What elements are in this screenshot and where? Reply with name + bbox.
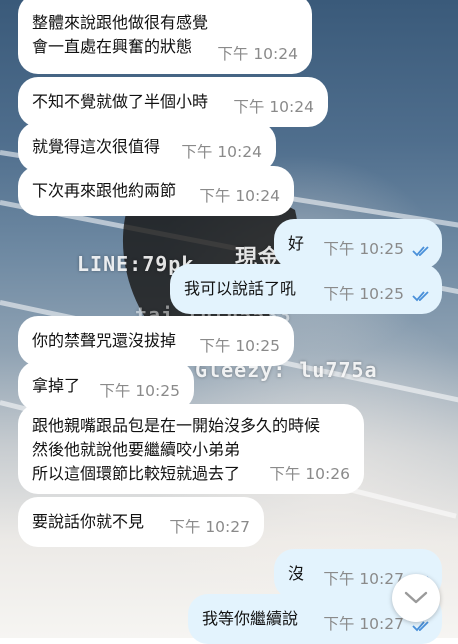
double-check-icon	[412, 246, 429, 257]
message-time: 下午 10:24	[233, 98, 314, 116]
message-bubble[interactable]: 跟他親嘴跟品包是在一開始沒多久的時候 然後他就說他要繼續咬小弟弟 所以這個環節比…	[18, 404, 364, 494]
message-text: 你的禁聲咒還沒拔掉	[32, 331, 177, 350]
message-bubble[interactable]: 下次再來跟他約兩節 下午 10:24	[18, 166, 294, 216]
double-check-icon	[412, 291, 429, 302]
message-time: 下午 10:25	[323, 240, 404, 258]
message-text: 拿掉了	[32, 376, 81, 395]
message-bubble[interactable]: 你的禁聲咒還沒拔掉 下午 10:25	[18, 316, 294, 366]
message-text: 我可以說話了吼	[184, 279, 297, 298]
message-time: 下午 10:25	[323, 285, 404, 303]
message-time: 下午 10:24	[217, 45, 298, 63]
message-time: 下午 10:24	[199, 187, 280, 205]
message-bubble[interactable]: 不知不覺就做了半個小時 下午 10:24	[18, 77, 328, 127]
message-time: 下午 10:26	[269, 465, 350, 483]
message-text: 下次再來跟他約兩節	[32, 181, 177, 200]
message-text: 要說話你就不見	[32, 512, 145, 531]
message-bubble[interactable]: 我可以說話了吼 下午 10:25	[170, 264, 442, 314]
message-time: 下午 10:27	[323, 615, 404, 633]
message-text: 好	[288, 234, 305, 253]
message-bubble[interactable]: 要說話你就不見 下午 10:27	[18, 497, 264, 547]
message-time: 下午 10:25	[199, 337, 280, 355]
message-time: 下午 10:25	[99, 382, 180, 400]
message-bubble[interactable]: 就覺得這次很值得 下午 10:24	[18, 122, 276, 172]
message-text: 沒	[288, 564, 305, 583]
message-text: 就覺得這次很值得	[32, 137, 161, 156]
chevron-down-icon	[404, 591, 428, 604]
message-text: 我等你繼續說	[202, 609, 299, 628]
message-bubble[interactable]: 好 下午 10:25	[274, 219, 442, 269]
scroll-to-bottom-button[interactable]	[392, 574, 440, 622]
message-time: 下午 10:24	[181, 143, 262, 161]
message-time: 下午 10:27	[169, 518, 250, 536]
message-text: 不知不覺就做了半個小時	[32, 92, 209, 111]
message-bubble[interactable]: 整體來說跟他做很有感覺 會一直處在興奮的狀態 下午 10:24	[18, 0, 312, 74]
message-text: 整體來說跟他做很有感覺 會一直處在興奮的狀態	[32, 13, 209, 56]
message-time: 下午 10:27	[323, 570, 404, 588]
